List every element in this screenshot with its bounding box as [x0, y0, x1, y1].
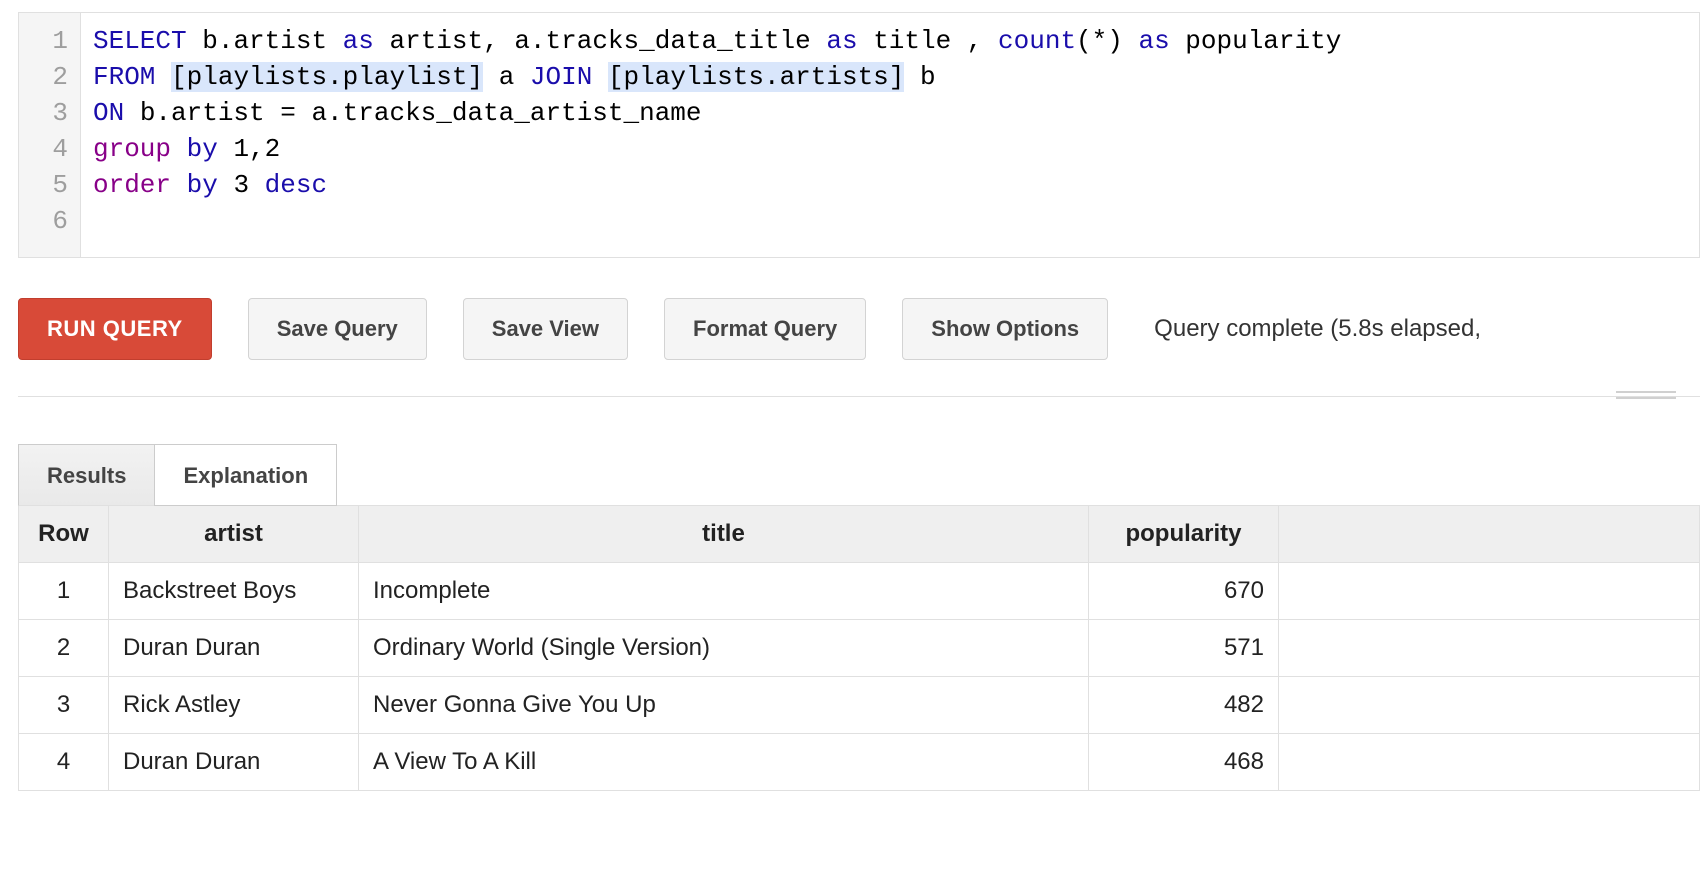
cell-artist: Backstreet Boys	[109, 563, 359, 620]
col-empty	[1279, 506, 1700, 563]
cell-empty	[1279, 563, 1700, 620]
code-line: FROM [playlists.playlist] a JOIN [playli…	[93, 59, 1341, 95]
results-tabs: Results Explanation	[18, 443, 1700, 505]
cell-title: Incomplete	[359, 563, 1089, 620]
query-status-text: Query complete (5.8s elapsed,	[1154, 315, 1700, 343]
cell-title: Never Gonna Give You Up	[359, 677, 1089, 734]
col-row: Row	[19, 506, 109, 563]
query-toolbar: RUN QUERY Save Query Save View Format Qu…	[18, 258, 1700, 397]
cell-empty	[1279, 734, 1700, 791]
cell-empty	[1279, 677, 1700, 734]
line-number: 1	[31, 23, 68, 59]
resize-handle-icon[interactable]	[1616, 391, 1676, 399]
cell-row: 2	[19, 620, 109, 677]
line-number: 6	[31, 203, 68, 239]
format-query-button[interactable]: Format Query	[664, 298, 866, 360]
cell-popularity: 482	[1089, 677, 1279, 734]
show-options-button[interactable]: Show Options	[902, 298, 1108, 360]
results-table: Row artist title popularity 1Backstreet …	[18, 505, 1700, 791]
col-artist: artist	[109, 506, 359, 563]
code-line: order by 3 desc	[93, 167, 1341, 203]
table-row: 1Backstreet BoysIncomplete670	[19, 563, 1700, 620]
cell-artist: Duran Duran	[109, 620, 359, 677]
line-number: 3	[31, 95, 68, 131]
save-view-button[interactable]: Save View	[463, 298, 628, 360]
cell-row: 1	[19, 563, 109, 620]
cell-artist: Duran Duran	[109, 734, 359, 791]
cell-popularity: 571	[1089, 620, 1279, 677]
cell-artist: Rick Astley	[109, 677, 359, 734]
tab-explanation[interactable]: Explanation	[154, 444, 337, 506]
tab-results[interactable]: Results	[18, 444, 155, 506]
cell-row: 3	[19, 677, 109, 734]
results-header-row: Row artist title popularity	[19, 506, 1700, 563]
line-number-gutter: 123456	[19, 13, 81, 257]
run-query-button[interactable]: RUN QUERY	[18, 298, 212, 360]
col-title: title	[359, 506, 1089, 563]
code-line	[93, 203, 1341, 239]
table-row: 2Duran DuranOrdinary World (Single Versi…	[19, 620, 1700, 677]
table-row: 3Rick AstleyNever Gonna Give You Up482	[19, 677, 1700, 734]
cell-popularity: 468	[1089, 734, 1279, 791]
code-line: SELECT b.artist as artist, a.tracks_data…	[93, 23, 1341, 59]
cell-popularity: 670	[1089, 563, 1279, 620]
cell-title: A View To A Kill	[359, 734, 1089, 791]
code-line: ON b.artist = a.tracks_data_artist_name	[93, 95, 1341, 131]
line-number: 2	[31, 59, 68, 95]
sql-code-area[interactable]: SELECT b.artist as artist, a.tracks_data…	[81, 13, 1341, 257]
cell-row: 4	[19, 734, 109, 791]
line-number: 5	[31, 167, 68, 203]
code-line: group by 1,2	[93, 131, 1341, 167]
table-row: 4Duran DuranA View To A Kill468	[19, 734, 1700, 791]
save-query-button[interactable]: Save Query	[248, 298, 427, 360]
col-popularity: popularity	[1089, 506, 1279, 563]
cell-title: Ordinary World (Single Version)	[359, 620, 1089, 677]
cell-empty	[1279, 620, 1700, 677]
line-number: 4	[31, 131, 68, 167]
sql-editor[interactable]: 123456 SELECT b.artist as artist, a.trac…	[18, 12, 1700, 258]
